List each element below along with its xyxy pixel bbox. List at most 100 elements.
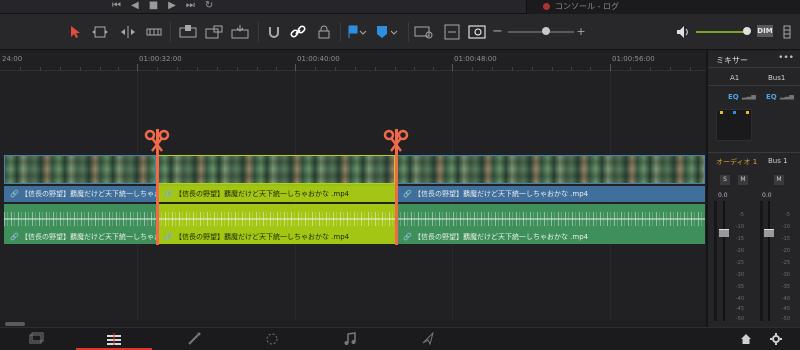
- zoom-slider-track[interactable]: [508, 31, 574, 33]
- overwrite-clip-icon[interactable]: [204, 24, 224, 40]
- zoom-custom-icon[interactable]: [468, 24, 488, 40]
- stop-icon[interactable]: ■: [149, 0, 158, 12]
- link-icon: 🔗: [403, 233, 412, 241]
- zoom-detail-icon[interactable]: [442, 24, 462, 40]
- transport-controls: ⏮ ◀ ■ ▶ ⏭ ↻: [112, 0, 213, 12]
- fader-track-a1[interactable]: [723, 201, 725, 321]
- fader-scale-a1: -5 -10 -15 -20 -25 -30 -35 -40 -45 -50: [735, 212, 744, 322]
- monitor-volume-track[interactable]: [696, 31, 748, 33]
- fusion-page-icon[interactable]: [186, 332, 202, 346]
- record-dot-icon: [543, 3, 550, 10]
- mute-button-a1[interactable]: M: [738, 175, 748, 185]
- audio-waveform: [397, 212, 705, 226]
- zoom-out-icon[interactable]: −: [492, 24, 503, 40]
- mixer-divider: [708, 85, 800, 86]
- mute-button-bus1[interactable]: M: [774, 175, 784, 185]
- marker-icon[interactable]: [374, 24, 400, 40]
- blade-tool-icon[interactable]: [146, 24, 162, 40]
- gear-icon[interactable]: [770, 333, 782, 345]
- dim-button[interactable]: DIM: [757, 25, 773, 37]
- go-to-start-icon[interactable]: ⏮: [112, 0, 121, 12]
- play-reverse-icon[interactable]: ◀: [131, 0, 139, 12]
- mixer-title: ミキサー: [716, 56, 748, 65]
- snapping-icon[interactable]: [266, 24, 282, 40]
- video-clip-thumbnails-selected[interactable]: [158, 155, 395, 184]
- video-clip-thumbnails[interactable]: [397, 155, 705, 184]
- console-panel-header: コンソール - ログ: [526, 0, 800, 14]
- toolbar-divider: [408, 22, 409, 42]
- audio-clip-title: 🔗 【信長の野望】覇魔だけど天下統一しちゃおかな .mp4: [158, 230, 395, 244]
- eq-button-a1[interactable]: EQ: [728, 93, 739, 101]
- console-title: コンソール - ログ: [555, 2, 619, 11]
- solo-button-a1[interactable]: S: [720, 175, 730, 185]
- toolbar-divider: [170, 22, 171, 42]
- level-meter-a1: [714, 201, 717, 321]
- level-meter-bus1: [760, 201, 763, 321]
- ruler-label: 24:00: [2, 55, 23, 63]
- ruler-tick: [295, 64, 296, 71]
- signal-bars-icon: ▂▃▅: [780, 93, 794, 100]
- zoom-full-icon[interactable]: [414, 24, 434, 40]
- video-clip-thumbnails[interactable]: [4, 155, 156, 184]
- zoom-slider-handle[interactable]: [542, 27, 550, 35]
- mixer-panel: ミキサー ••• A1 Bus1 EQ ▂▃▅ EQ ▂▃▅ オーディオ 1 B…: [706, 51, 800, 327]
- viewer-transport-strip: ⏮ ◀ ■ ▶ ⏭ ↻ コンソール - ログ: [0, 0, 800, 14]
- zoom-in-icon[interactable]: +: [576, 24, 586, 40]
- horizontal-scrollbar[interactable]: [5, 322, 25, 326]
- timeline-track-area[interactable]: 🔗 【信長の野望】覇魔だけど天下統一しちゃおかな .mp4 🔗 【信長の野望】覇…: [0, 71, 706, 320]
- play-icon[interactable]: ▶: [168, 0, 176, 12]
- flag-icon[interactable]: [346, 24, 368, 40]
- video-clip-title[interactable]: 🔗 【信長の野望】覇魔だけど天下統一しちゃおかな .mp4: [4, 186, 156, 202]
- selection-tool-icon[interactable]: [68, 24, 82, 40]
- ruler-tick: [452, 64, 453, 71]
- channel-label-a1: A1: [730, 74, 740, 82]
- linked-selection-icon[interactable]: [290, 24, 306, 40]
- timeline-options-icon[interactable]: [780, 24, 794, 40]
- audio-clip-name: 【信長の野望】覇魔だけど天下統一しちゃおかな .mp4: [413, 233, 589, 241]
- audio-waveform: [158, 212, 395, 226]
- channel-label-bus1: Bus1: [768, 74, 786, 82]
- trim-tool-icon[interactable]: [90, 24, 110, 40]
- insert-clip-icon[interactable]: [178, 24, 198, 40]
- fader-track-bus1[interactable]: [768, 201, 770, 321]
- video-clip-name: 【信長の野望】覇魔だけど天下統一しちゃおかな .mp4: [20, 190, 156, 198]
- ruler-tick: [610, 64, 611, 71]
- toolbar-divider: [258, 22, 259, 42]
- replace-clip-icon[interactable]: [230, 24, 250, 40]
- resolve-edit-page: ⏮ ◀ ■ ▶ ⏭ ↻ コンソール - ログ − + DIM 24:00 01:…: [0, 0, 800, 350]
- color-page-icon[interactable]: [264, 332, 280, 346]
- track-name-bus1: Bus 1: [768, 157, 788, 165]
- audio-clip-selected[interactable]: 🔗 【信長の野望】覇魔だけど天下統一しちゃおかな .mp4: [158, 204, 395, 244]
- home-icon[interactable]: [740, 333, 752, 345]
- video-clip-title[interactable]: 🔗 【信長の野望】覇魔だけど天下統一しちゃおかな .mp4: [397, 186, 705, 202]
- media-page-icon[interactable]: [28, 332, 44, 346]
- link-icon: 🔗: [10, 233, 19, 241]
- fairlight-page-icon[interactable]: [342, 332, 358, 346]
- dynamic-trim-icon[interactable]: [118, 24, 138, 40]
- ruler-label: 01:00:40:00: [297, 55, 340, 63]
- monitor-volume-handle[interactable]: [743, 27, 751, 35]
- audio-clip[interactable]: 🔗 【信長の野望】覇魔だけど天下統一しちゃおかな .mp4: [4, 204, 156, 244]
- mixer-divider: [708, 67, 800, 68]
- timecode-ruler[interactable]: 24:00 01:00:32:00 01:00:40:00 01:00:48:0…: [0, 51, 706, 71]
- audio-clip-name: 【信長の野望】覇魔だけど天下統一しちゃおかな .mp4: [174, 233, 350, 241]
- eq-button-bus1[interactable]: EQ: [766, 93, 777, 101]
- go-to-end-icon[interactable]: ⏭: [186, 0, 195, 12]
- audio-waveform: [4, 212, 156, 226]
- audio-clip[interactable]: 🔗 【信長の野望】覇魔だけど天下統一しちゃおかな .mp4: [397, 204, 705, 244]
- video-clip-title-selected[interactable]: 🔗 【信長の野望】覇魔だけど天下統一しちゃおかな .mp4: [158, 186, 395, 202]
- link-icon: 🔗: [164, 233, 173, 241]
- video-clip-name: 【信長の野望】覇魔だけど天下統一しちゃおかな .mp4: [174, 190, 350, 198]
- mixer-options-icon[interactable]: •••: [778, 53, 794, 63]
- edit-page-icon[interactable]: [106, 332, 122, 346]
- scissors-icon: [383, 129, 409, 152]
- link-icon: 🔗: [403, 190, 412, 198]
- fader-handle-bus1[interactable]: [764, 229, 774, 237]
- speaker-icon[interactable]: [676, 24, 690, 40]
- signal-bars-icon: ▂▃▅: [742, 93, 756, 100]
- loop-icon[interactable]: ↻: [205, 0, 213, 12]
- deliver-page-icon[interactable]: [420, 331, 436, 346]
- position-lock-icon[interactable]: [316, 24, 332, 40]
- ruler-label: 01:00:56:00: [612, 55, 655, 63]
- pan-control-a1[interactable]: [716, 109, 752, 141]
